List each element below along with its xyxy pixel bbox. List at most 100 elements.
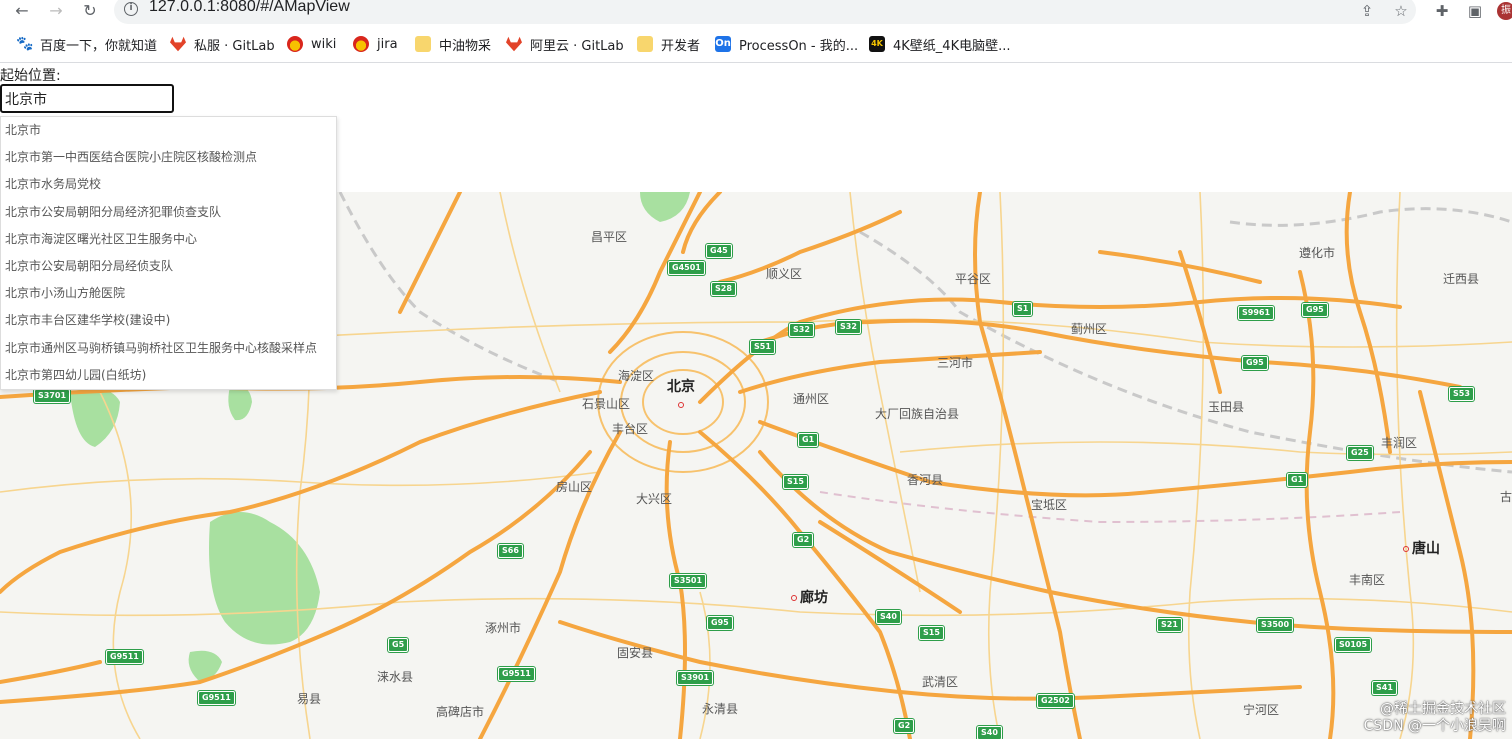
browser-toolbar: ← → ↻ i 127.0.0.1:8080/#/AMapView ⇪ ☆ ✚ …: [0, 0, 1512, 24]
city-dot-icon: [791, 595, 797, 601]
map-label-shijingshan: 石景山区: [582, 397, 631, 411]
city-dot-icon: [1403, 546, 1409, 552]
suggestion-item[interactable]: 北京市: [1, 117, 336, 144]
map-label-yutian: 玉田县: [1208, 400, 1245, 414]
extensions-icon[interactable]: ✚: [1431, 0, 1453, 22]
autocomplete-dropdown: 北京市 北京市第一中西医结合医院小庄院区核酸检测点 北京市水务局党校 北京市公安…: [0, 116, 337, 390]
baidu-paw-icon: 🐾: [16, 36, 34, 52]
start-location-label: 起始位置:: [0, 68, 61, 84]
bookmark-gitlab-private[interactable]: 私服 · GitLab: [170, 31, 275, 57]
bookmark-4k-wallpaper[interactable]: 4K 4K壁纸_4K电脑壁...: [869, 31, 1011, 57]
forward-arrow-icon[interactable]: →: [45, 0, 67, 22]
suggestion-item[interactable]: 北京市公安局朝阳分局经侦支队: [1, 253, 336, 280]
map-label-yixian: 易县: [297, 692, 322, 706]
railway: [338, 192, 561, 384]
highway-shield: G1: [1287, 473, 1308, 487]
highway-shield: G2502: [1037, 694, 1074, 708]
map-label-dachang: 大厂回族自治县: [875, 407, 960, 421]
suggestion-item[interactable]: 北京市丰台区建华学校(建设中): [1, 307, 336, 334]
highway-shield: G9511: [198, 691, 235, 705]
highway-shield: S32: [836, 320, 861, 334]
sidepanel-icon[interactable]: ▣: [1464, 0, 1486, 22]
map-label-yongqing: 永清县: [702, 702, 739, 716]
highway-shield: G9511: [498, 667, 535, 681]
highway-shield: S1: [1013, 302, 1033, 316]
gitlab-icon: [170, 36, 186, 52]
suggestion-item[interactable]: 北京市第一中西医结合医院小庄院区核酸检测点: [1, 144, 336, 171]
highway-shield: S3500: [1257, 618, 1294, 632]
highway-shield: G25: [1347, 446, 1373, 460]
map-label-gu-an: 固安县: [617, 646, 654, 660]
bookmark-label: 阿里云 · GitLab: [530, 38, 624, 54]
bookmark-label: jira: [377, 36, 398, 52]
map-label-fengnan: 丰南区: [1349, 573, 1386, 587]
petrochina-icon: [353, 36, 369, 52]
bookmark-gitlab-aliyun[interactable]: 阿里云 · GitLab: [506, 31, 624, 57]
railway: [1229, 207, 1512, 227]
highway-shield: S40: [876, 610, 901, 624]
green-area: [70, 388, 120, 447]
bookmark-label: ProcessOn - 我的...: [739, 38, 859, 54]
map-label-beijing: 北京: [667, 376, 695, 396]
green-area: [209, 512, 320, 645]
suggestion-item[interactable]: 北京市通州区马驹桥镇马驹桥社区卫生服务中心核酸采样点: [1, 335, 336, 362]
bookmark-folder-zhongyou[interactable]: 中油物采: [415, 31, 491, 57]
suggestion-item[interactable]: 北京市小汤山方舱医院: [1, 280, 336, 307]
bookmark-processon[interactable]: On ProcessOn - 我的...: [715, 31, 858, 57]
watermark-csdn: CSDN @一个小浪吴啊: [1363, 718, 1506, 734]
bookmark-label: 4K壁纸_4K电脑壁...: [893, 38, 1011, 54]
url-text: 127.0.0.1:8080/#/AMapView: [149, 0, 350, 15]
profile-avatar[interactable]: 振: [1497, 2, 1512, 20]
city-dot-icon: [678, 401, 684, 408]
suggestion-item[interactable]: 北京市第四幼儿园(白纸坊): [1, 362, 336, 389]
highway-shield: S0105: [1335, 638, 1372, 652]
reload-icon[interactable]: ↻: [79, 0, 101, 22]
map-label-tongzhou: 通州区: [793, 392, 830, 406]
map-pin-beijing: [678, 397, 687, 411]
map-label-baodi: 宝坻区: [1031, 498, 1068, 512]
back-arrow-icon[interactable]: ←: [11, 0, 33, 22]
gitlab-icon: [506, 36, 522, 52]
highway-shield: G1: [798, 433, 819, 447]
bookmark-jira[interactable]: jira: [353, 31, 398, 57]
tangshan-name: 唐山: [1412, 541, 1440, 557]
highway-shield: S66: [498, 544, 523, 558]
share-icon[interactable]: ⇪: [1356, 0, 1378, 22]
bookmark-label: 中油物采: [439, 38, 492, 54]
highway-shield: S51: [750, 340, 775, 354]
highway-shield: G95: [1242, 356, 1268, 370]
map-label-ninghe: 宁河区: [1243, 703, 1280, 717]
start-location-input[interactable]: [0, 84, 174, 113]
green-area: [228, 386, 252, 421]
highway-shield: S21: [1157, 618, 1182, 632]
highway-shield: G5: [388, 638, 409, 652]
map-label-jizhou: 蓟州区: [1071, 322, 1108, 336]
suggestion-item[interactable]: 北京市水务局党校: [1, 171, 336, 198]
green-area: [640, 192, 690, 222]
highway-shield: S53: [1449, 387, 1474, 401]
star-icon[interactable]: ☆: [1390, 0, 1412, 22]
map-label-wuqing: 武清区: [922, 675, 959, 689]
bookmark-label: 开发者: [661, 38, 701, 54]
address-bar[interactable]: i 127.0.0.1:8080/#/AMapView: [114, 0, 1416, 24]
map-label-haidian: 海淀区: [618, 369, 655, 383]
bookmarks-bar: 🐾 百度一下，你就知道 私服 · GitLab wiki jira 中油物采 阿…: [0, 31, 1512, 59]
bookmark-baidu[interactable]: 🐾 百度一下，你就知道: [16, 31, 157, 57]
folder-icon: [637, 36, 653, 52]
bookmark-folder-developer[interactable]: 开发者: [637, 31, 700, 57]
map-label-daxing: 大兴区: [636, 492, 673, 506]
map-label-zhuozhou: 涿州市: [485, 621, 522, 635]
highway-shield: S41: [1372, 681, 1397, 695]
highway-shield: S3701: [34, 389, 71, 403]
langfang-name: 廊坊: [800, 590, 828, 606]
bookmark-label: 百度一下，你就知道: [40, 38, 158, 54]
suggestion-item[interactable]: 北京市公安局朝阳分局经济犯罪侦查支队: [1, 199, 336, 226]
map-label-pinggu: 平谷区: [955, 272, 992, 286]
map-label-tangshan: 唐山: [1403, 538, 1440, 558]
site-info-icon[interactable]: i: [124, 2, 138, 16]
highway-shield: S9961: [1238, 306, 1275, 320]
bookmark-wiki[interactable]: wiki: [287, 31, 336, 57]
suggestion-item[interactable]: 北京市海淀区曙光社区卫生服务中心: [1, 226, 336, 253]
highway-shield: G95: [707, 616, 733, 630]
bookmark-label: wiki: [311, 36, 337, 52]
